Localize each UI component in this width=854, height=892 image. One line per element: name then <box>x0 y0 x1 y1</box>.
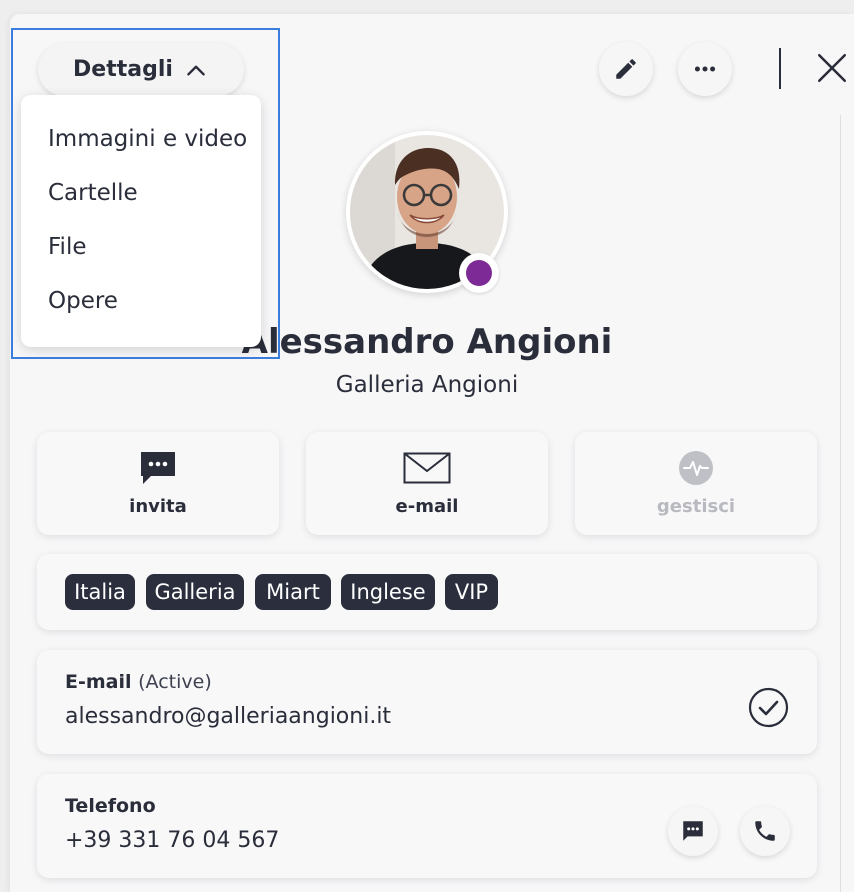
phone-card: Telefono +39 331 76 04 567 <box>37 774 817 878</box>
pencil-icon <box>616 59 636 79</box>
send-message-button[interactable] <box>668 806 718 856</box>
invite-action[interactable]: invita <box>37 432 279 535</box>
tags-card: Italia Galleria Miart Inglese VIP <box>37 554 817 630</box>
close-icon <box>817 53 847 83</box>
details-button[interactable]: Dettagli <box>38 43 244 96</box>
chevron-up-icon <box>187 65 205 76</box>
tag[interactable]: Galleria <box>146 574 244 610</box>
details-dropdown-menu: Immagini e video Cartelle File Opere <box>21 95 261 347</box>
phone-field-label: Telefono <box>65 795 156 817</box>
tag[interactable]: Miart <box>255 574 331 610</box>
close-button[interactable] <box>812 48 852 88</box>
call-button[interactable] <box>740 806 790 856</box>
envelope-icon <box>403 452 451 484</box>
contact-company: Galleria Angioni <box>335 372 519 398</box>
email-card: E-mail (Active) alessandro@galleriaangio… <box>37 650 817 754</box>
menu-item-folders[interactable]: Cartelle <box>48 180 138 206</box>
menu-item-images-videos[interactable]: Immagini e video <box>48 126 247 152</box>
status-dot <box>466 260 492 286</box>
presence-status-indicator <box>459 253 499 293</box>
check-circle-icon <box>748 687 789 728</box>
chat-bubble-icon <box>141 452 175 484</box>
email-value[interactable]: alessandro@galleriaangioni.it <box>65 704 391 729</box>
email-label-text: E-mail <box>65 671 132 693</box>
manage-action[interactable]: gestisci <box>575 432 817 535</box>
menu-item-works[interactable]: Opere <box>48 288 118 314</box>
email-action[interactable]: e-mail <box>306 432 548 535</box>
message-icon <box>683 821 703 841</box>
scrollbar-track[interactable] <box>840 115 841 892</box>
edit-button[interactable] <box>599 42 653 96</box>
activity-icon <box>679 451 713 485</box>
header-divider <box>779 48 781 89</box>
more-options-button[interactable] <box>678 42 732 96</box>
tag[interactable]: Inglese <box>341 574 435 610</box>
email-label: e-mail <box>395 496 459 517</box>
manage-label: gestisci <box>656 496 736 517</box>
details-button-label: Dettagli <box>73 57 173 82</box>
phone-icon <box>755 821 775 841</box>
phone-value[interactable]: +39 331 76 04 567 <box>65 828 279 853</box>
tag[interactable]: VIP <box>445 574 498 610</box>
email-verified-indicator <box>748 687 789 732</box>
invite-label: invita <box>129 496 187 517</box>
menu-item-files[interactable]: File <box>48 234 87 260</box>
tag[interactable]: Italia <box>65 574 135 610</box>
email-status: (Active) <box>138 671 212 693</box>
more-horizontal-icon <box>694 66 716 72</box>
email-field-label: E-mail (Active) <box>65 671 212 693</box>
